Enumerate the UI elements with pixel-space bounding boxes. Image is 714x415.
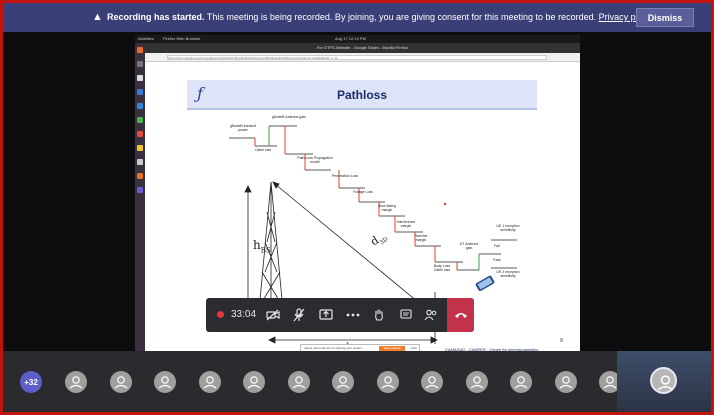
chat-icon [400,309,412,319]
teams-meeting-window: ▲ Recording has started. This meeting is… [3,3,711,412]
participant-avatar[interactable] [554,371,577,393]
recording-banner: ▲ Recording has started. This meeting is… [3,3,711,32]
more-participants-button[interactable]: +32 [20,371,42,393]
slide-logo: ƒ [197,84,203,103]
slide-number: 9 [560,338,563,344]
label-h-bs-main: h [253,238,261,252]
firefox-title: For OTFS-Website - Google Slides - Mozil… [145,43,580,53]
person-icon [514,376,528,389]
mic-off-icon [293,308,305,322]
warning-icon: ▲ [92,11,103,23]
slide-header: ƒ Pathloss [187,80,537,110]
label-rain: Rain/Ice margin [414,234,428,242]
label-cable-loss: Cable loss [254,148,272,152]
chat-button[interactable] [397,306,415,324]
activities-label: Activities [138,36,154,41]
label-path-loss: Path Loss Propagation model [297,156,333,164]
person-icon [657,375,674,391]
share-screen-icon [319,309,333,320]
camera-off-icon [266,309,280,321]
participant-avatar[interactable] [376,371,399,393]
terminal-icon [137,173,143,179]
more-icon [346,313,360,317]
recording-indicator-icon [217,311,224,318]
label-fail: Fail [494,244,500,248]
participant-avatar[interactable] [465,371,488,393]
label-pass: Pass [493,258,501,262]
label-foliage: Foliage Loss [353,190,373,194]
label-h-bs: hBS [253,238,271,254]
person-icon [559,376,572,389]
label-h-bs-sub: BS [260,246,271,255]
firefox-nav-bar: https://docs.google.com/presentation/d/1… [145,53,580,62]
self-avatar [650,367,677,394]
desktop-topbar: Activities Firefox Web Browser Aug 17 12… [135,35,580,43]
camera-off-button[interactable] [264,306,282,324]
desktop-launcher [135,43,145,357]
slide-title: Pathloss [337,88,388,102]
active-app-label: Firefox Web Browser [163,36,201,41]
raise-hand-icon [375,309,383,321]
document-icon [137,75,143,81]
participant-avatar[interactable] [421,371,443,393]
mic-off-button[interactable] [290,306,308,324]
label-penetration: Penetration Loss [331,174,359,178]
firefox-icon [137,47,143,53]
person-icon [203,376,216,389]
person-icon [158,376,172,389]
participant-avatar[interactable] [198,371,221,393]
recording-message-text: This meeting is being recorded. By joini… [204,12,599,22]
person-icon [247,376,261,389]
person-icon [292,376,305,389]
files-icon [137,61,143,67]
leave-call-button[interactable] [447,298,474,332]
desktop-clock: Aug 17 12:19 PM [335,36,366,41]
self-video-tile[interactable] [617,351,711,412]
shared-screen-stage: Activities Firefox Web Browser Aug 17 12… [3,32,711,357]
participant-avatar[interactable] [65,371,87,393]
call-controls: 33:04 [206,298,474,332]
participant-avatar[interactable] [510,371,532,393]
dismiss-button[interactable]: Dismiss [636,8,694,27]
teams-icon [137,187,143,193]
person-icon [425,376,439,389]
person-icon [69,376,83,389]
label-interference: Interference margin [396,220,416,228]
raise-hand-button[interactable] [370,306,388,324]
label-ut-gain: UT Antenna gain [459,242,479,250]
participant-avatar[interactable] [154,371,176,393]
settings-icon [137,159,143,165]
impress-icon [137,131,143,137]
label-gnb-gain: gNodeB Antenna gain [271,115,307,119]
participants-strip: +32 [3,351,711,412]
writer-icon [137,89,143,95]
person-icon [470,376,483,389]
participant-avatar[interactable] [243,371,265,393]
label-ue1: UE 1 reception sensitivity [496,224,520,232]
firefox-url-bar: https://docs.google.com/presentation/d/1… [167,55,547,60]
participants-button[interactable] [422,306,440,324]
hang-up-icon [454,313,467,318]
people-icon [424,309,437,321]
label-slow-fading: Slow fading margin [377,204,397,212]
label-gnb-power: gNodeB transmit power [229,124,257,132]
more-actions-button[interactable] [344,306,362,324]
label-ue2: UE 2 reception sensitivity [496,270,520,278]
call-timer: 33:04 [231,309,257,320]
person-icon [336,376,350,389]
participant-avatar[interactable] [109,371,132,393]
recording-message-bold: Recording has started. [107,12,205,22]
participant-avatar[interactable] [332,371,354,393]
person-icon [381,376,394,389]
share-notice-text: teams.microsoft.com is sharing your scre… [304,346,363,350]
calc-icon [137,117,143,123]
share-tray-button[interactable] [317,306,335,324]
software-icon [137,145,143,151]
label-body-loss: Body Loss Cable loss [433,264,451,272]
chrome-icon [137,103,143,109]
recording-message: Recording has started. This meeting is b… [107,11,654,23]
participant-avatar[interactable] [287,371,310,393]
person-icon [114,376,127,389]
